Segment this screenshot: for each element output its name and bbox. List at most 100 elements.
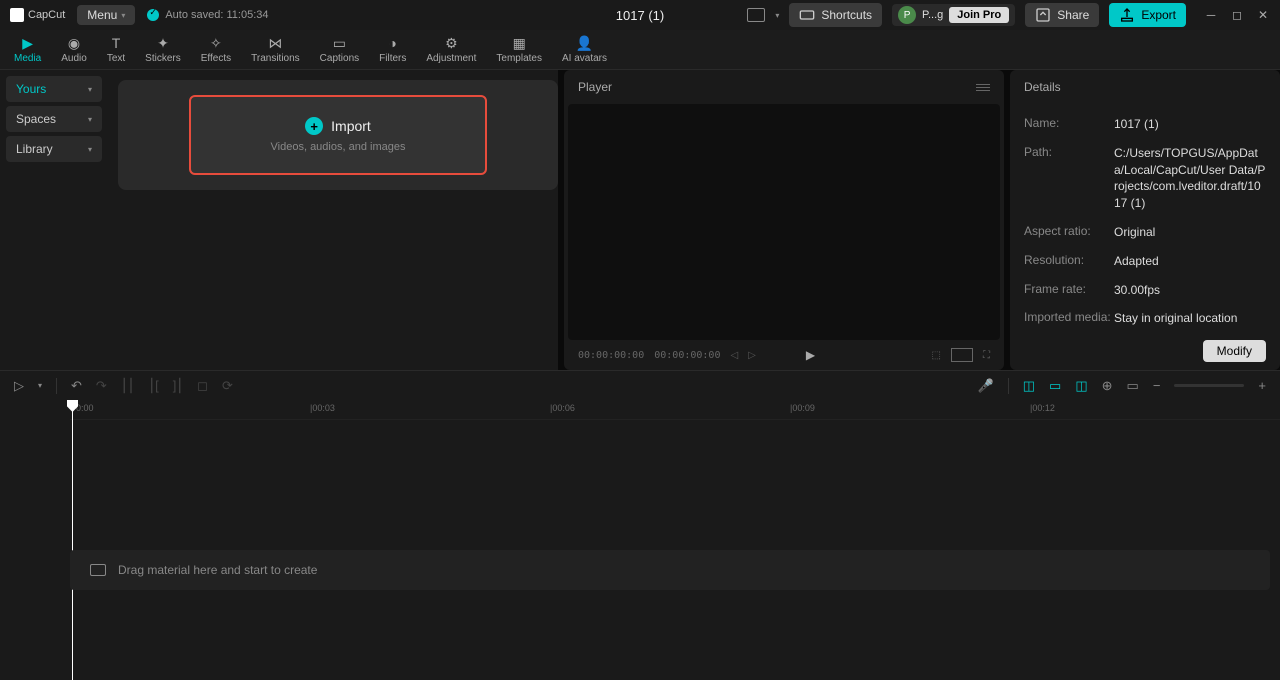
snap-toggle-1[interactable]: ◫ [1023, 378, 1035, 394]
prev-frame-button[interactable]: ◁ [730, 350, 738, 361]
snap-toggle-2[interactable]: ▭ [1049, 378, 1061, 394]
user-name: P...g [922, 9, 943, 21]
aspect-ratio-icon[interactable] [747, 8, 765, 22]
filters-icon: ◑ [384, 35, 402, 51]
media-icon: ▶ [19, 35, 37, 51]
adjustment-icon: ⚙ [442, 35, 460, 51]
sidebar-label: Yours [16, 82, 46, 96]
timeline[interactable]: 0:00|00:03|00:06|00:09|00:12 Drag materi… [0, 400, 1280, 680]
play-button[interactable]: ▶ [806, 348, 815, 362]
preview-ratio-button[interactable] [951, 348, 973, 362]
maximize-button[interactable]: ◻ [1230, 8, 1244, 22]
snap-toggle-3[interactable]: ◫ [1075, 378, 1087, 394]
tool-media[interactable]: ▶Media [4, 33, 51, 66]
snapshot-button[interactable]: ⬚ [932, 350, 941, 361]
chevron-down-icon: ▾ [88, 115, 92, 124]
undo-button[interactable]: ↶ [71, 378, 82, 394]
timeline-toolbar: ▷ ▾ ↶ ↷ ⎮⎮ ⎮[ ]⎮ ◻ ⟳ 🎤 ◫ ▭ ◫ ⊕ ▭ − + [0, 370, 1280, 400]
text-icon: T [107, 35, 125, 51]
sidebar-item-spaces[interactable]: Spaces▾ [6, 106, 102, 132]
delete-right-button[interactable]: ]⎮ [173, 378, 183, 394]
player-menu-icon[interactable] [976, 84, 990, 91]
tool-stickers[interactable]: ✦Stickers [135, 33, 191, 66]
details-body: Name:1017 (1) Path:C:/Users/TOPGUS/AppDa… [1010, 104, 1280, 332]
share-button[interactable]: Share [1025, 3, 1099, 27]
timeline-ruler[interactable]: 0:00|00:03|00:06|00:09|00:12 [70, 400, 1280, 420]
shortcuts-label: Shortcuts [821, 8, 872, 22]
effects-icon: ✧ [207, 35, 225, 51]
sidebar-item-yours[interactable]: Yours▾ [6, 76, 102, 102]
tool-templates[interactable]: ▦Templates [486, 33, 552, 66]
export-button[interactable]: Export [1109, 3, 1186, 27]
tool-ai-avatars[interactable]: 👤 AI avatars [552, 33, 617, 66]
templates-icon: ▦ [510, 35, 528, 51]
media-panel: + Import Videos, audios, and images [108, 70, 558, 370]
ruler-mark: |00:06 [550, 403, 575, 413]
titlebar-right: ▾ Shortcuts P P...g Join Pro Share Expor… [747, 3, 1270, 27]
tool-text[interactable]: TText [97, 33, 135, 66]
detail-label-path: Path: [1024, 145, 1114, 159]
app-logo: CapCut [10, 8, 65, 22]
next-frame-button[interactable]: ▷ [748, 350, 756, 361]
selection-tool[interactable]: ▷ [14, 378, 24, 394]
tool-label: Transitions [251, 53, 300, 64]
tool-label: AI avatars [562, 53, 607, 64]
detail-value-path: C:/Users/TOPGUS/AppData/Local/CapCut/Use… [1114, 145, 1266, 212]
mic-button[interactable]: 🎤 [978, 378, 994, 394]
tool-label: Audio [61, 53, 87, 64]
zoom-in-button[interactable]: + [1258, 378, 1266, 393]
media-sidebar: Yours▾Spaces▾Library▾ [0, 70, 108, 370]
close-button[interactable]: ✕ [1256, 8, 1270, 22]
details-title: Details [1024, 80, 1061, 94]
keyboard-icon [799, 7, 815, 23]
player-controls: 00:00:00:00 00:00:00:00 ◁ ▷ ▶ ⬚ ⛶ [564, 340, 1004, 370]
detail-value-aspect: Original [1114, 224, 1155, 241]
captions-icon: ▭ [330, 35, 348, 51]
tool-adjustment[interactable]: ⚙ Adjustment [416, 33, 486, 66]
player-title: Player [578, 80, 612, 94]
tool-label: Filters [379, 53, 406, 64]
user-avatar[interactable]: P [898, 6, 916, 24]
modify-button[interactable]: Modify [1203, 340, 1266, 362]
chevron-down-icon[interactable]: ▾ [775, 11, 779, 20]
delete-left-button[interactable]: ⎮[ [148, 378, 158, 394]
reverse-button[interactable]: ⟳ [222, 378, 233, 394]
tool-captions[interactable]: ▭Captions [310, 33, 369, 66]
timeline-tracks[interactable]: Drag material here and start to create [0, 420, 1280, 660]
main-toolbar: ▶Media◉AudioTText✦Stickers✧Effects⋈Trans… [0, 30, 1280, 70]
player-panel: Player 00:00:00:00 00:00:00:00 ◁ ▷ ▶ ⬚ ⛶ [564, 70, 1004, 370]
chevron-down-icon: ▾ [88, 145, 92, 154]
zoom-slider[interactable] [1174, 384, 1244, 387]
crop-button[interactable]: ◻ [197, 378, 208, 394]
ai avatars-icon: 👤 [576, 35, 594, 51]
import-button[interactable]: + Import Videos, audios, and images [189, 95, 488, 175]
sidebar-item-library[interactable]: Library▾ [6, 136, 102, 162]
player-viewport[interactable] [568, 104, 1000, 340]
fullscreen-button[interactable]: ⛶ [983, 350, 990, 361]
player-header: Player [564, 70, 1004, 104]
detail-value-name: 1017 (1) [1114, 116, 1159, 133]
zoom-out-button[interactable]: − [1153, 378, 1161, 393]
chevron-down-icon[interactable]: ▾ [38, 381, 42, 390]
tool-audio[interactable]: ◉Audio [51, 33, 97, 66]
shortcuts-button[interactable]: Shortcuts [789, 3, 882, 27]
tool-transitions[interactable]: ⋈Transitions [241, 33, 310, 66]
ruler-mark: |00:03 [310, 403, 335, 413]
detail-value-framerate: 30.00fps [1114, 282, 1160, 299]
join-pro-button[interactable]: Join Pro [949, 7, 1009, 23]
ruler-mark: |00:09 [790, 403, 815, 413]
redo-button[interactable]: ↷ [96, 378, 107, 394]
menu-button[interactable]: Menu ▾ [77, 5, 135, 25]
detail-label-aspect: Aspect ratio: [1024, 224, 1114, 238]
split-button[interactable]: ⎮⎮ [121, 378, 135, 394]
minimize-button[interactable]: ─ [1204, 8, 1218, 22]
tool-effects[interactable]: ✧Effects [191, 33, 241, 66]
link-toggle[interactable]: ⊕ [1102, 378, 1113, 394]
time-current: 00:00:00:00 [578, 350, 644, 361]
tool-filters[interactable]: ◑ Filters [369, 33, 416, 66]
ruler-mark: 0:00 [76, 403, 94, 413]
tool-label: Adjustment [426, 53, 476, 64]
share-icon [1035, 7, 1051, 23]
cover-button[interactable]: ▭ [1127, 378, 1139, 394]
titlebar: CapCut Menu ▾ Auto saved: 11:05:34 1017 … [0, 0, 1280, 30]
